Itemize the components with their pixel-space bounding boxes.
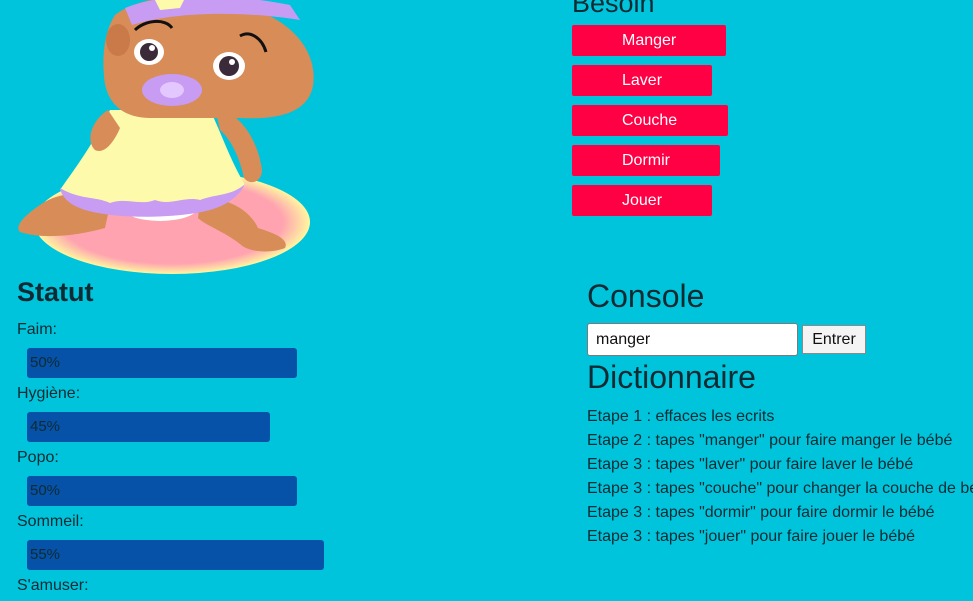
- laver-button[interactable]: Laver: [572, 65, 712, 96]
- hygiene-label: Hygiène:: [17, 385, 81, 402]
- popo-progress-fill: 50%: [27, 476, 297, 506]
- dictionnaire-list: Etape 1 : effaces les ecrits Etape 2 : t…: [587, 405, 973, 549]
- dictionnaire-step: Etape 3 : tapes "jouer" pour faire jouer…: [587, 528, 916, 545]
- console-input[interactable]: [587, 323, 798, 356]
- dictionnaire-step: Etape 1 : effaces les ecrits: [587, 408, 775, 425]
- dictionnaire-title: Dictionnaire: [587, 359, 756, 395]
- couche-button[interactable]: Couche: [572, 105, 728, 136]
- besoin-title: Besoin: [572, 0, 655, 18]
- hygiene-progress-fill: 45%: [27, 412, 270, 442]
- samuser-label: S'amuser:: [17, 577, 89, 594]
- popo-progress-bar: 50%: [27, 476, 567, 506]
- dormir-button[interactable]: Dormir: [572, 145, 720, 176]
- dictionnaire-step: Etape 3 : tapes "laver" pour faire laver…: [587, 456, 914, 473]
- enter-button[interactable]: Entrer: [802, 325, 866, 354]
- faim-label: Faim:: [17, 321, 57, 338]
- sommeil-progress-bar: 55%: [27, 540, 567, 570]
- statut-title: Statut: [17, 277, 94, 307]
- jouer-button[interactable]: Jouer: [572, 185, 712, 216]
- manger-button[interactable]: Manger: [572, 25, 726, 56]
- faim-progress-fill: 50%: [27, 348, 297, 378]
- baby-illustration: [18, 0, 314, 274]
- dictionnaire-step: Etape 2 : tapes "manger" pour faire mang…: [587, 432, 953, 449]
- popo-label: Popo:: [17, 449, 59, 466]
- sommeil-progress-fill: 55%: [27, 540, 324, 570]
- console-title: Console: [587, 278, 705, 314]
- dictionnaire-step: Etape 3 : tapes "couche" pour changer la…: [587, 480, 973, 497]
- hygiene-progress-bar: 45%: [27, 412, 567, 442]
- dictionnaire-step: Etape 3 : tapes "dormir" pour faire dorm…: [587, 504, 935, 521]
- sommeil-label: Sommeil:: [17, 513, 84, 530]
- faim-progress-bar: 50%: [27, 348, 567, 378]
